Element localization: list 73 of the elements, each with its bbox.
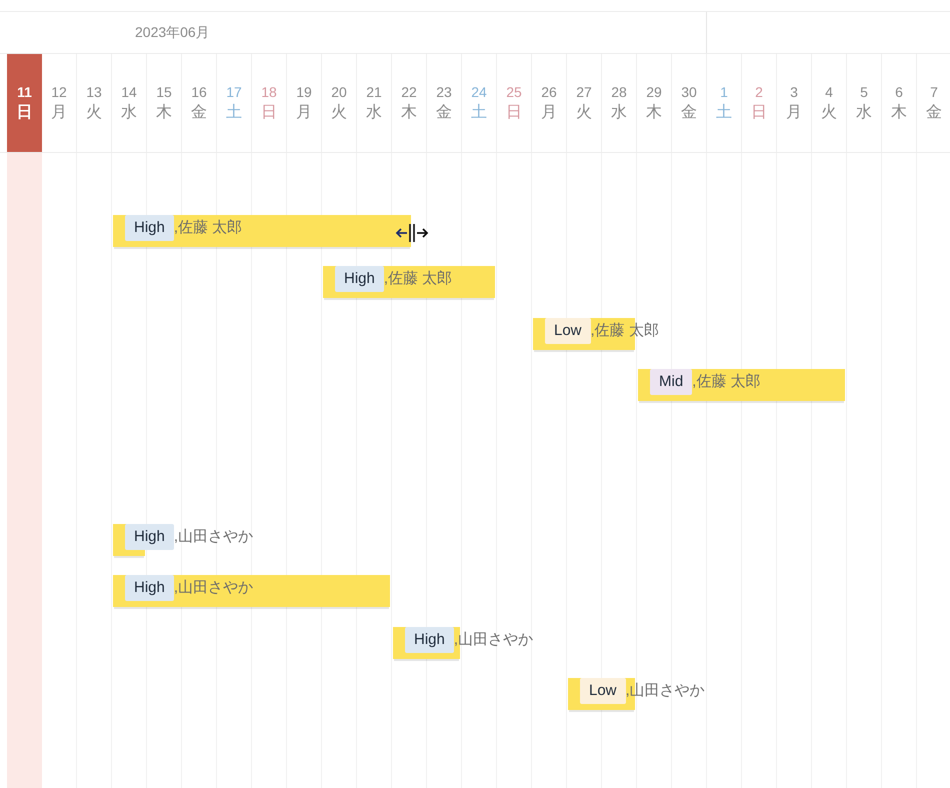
weekday-label: 木 xyxy=(401,102,417,123)
day-number: 24 xyxy=(471,83,487,102)
day-number: 25 xyxy=(506,83,522,102)
weekday-label: 水 xyxy=(856,102,872,123)
task-bar[interactable]: High ,佐藤 太郎 xyxy=(113,214,411,248)
task-bar[interactable]: High ,山田さやか xyxy=(113,575,390,609)
assignee-label: ,佐藤 太郎 xyxy=(692,372,761,392)
priority-tag: Low xyxy=(545,318,591,344)
task-bar[interactable]: High ,山田さやか xyxy=(113,524,254,558)
day-number: 23 xyxy=(436,83,452,102)
day-number: 5 xyxy=(860,83,868,102)
weekday-label: 水 xyxy=(121,102,137,123)
day-number: 4 xyxy=(825,83,833,102)
day-number: 30 xyxy=(681,83,697,102)
day-number: 16 xyxy=(191,83,207,102)
priority-tag: High xyxy=(125,214,174,240)
priority-tag: Low xyxy=(580,678,626,704)
weekday-label: 月 xyxy=(786,103,802,123)
assignee-label: ,山田さやか xyxy=(174,526,254,546)
weekday-label: 月 xyxy=(51,103,67,123)
weekday-label: 水 xyxy=(611,102,627,123)
weekday-label: 火 xyxy=(86,102,102,123)
weekday-label: 土 xyxy=(471,102,487,123)
weekday-label: 月 xyxy=(296,103,312,123)
weekday-label: 火 xyxy=(331,102,347,123)
day-number: 1 xyxy=(720,83,728,102)
assignee-label: ,佐藤 太郎 xyxy=(174,218,242,238)
priority-tag: High xyxy=(125,575,174,601)
day-number: 19 xyxy=(296,83,312,102)
day-number: 22 xyxy=(401,83,417,102)
weekday-label: 日 xyxy=(751,103,767,123)
weekday-label: 金 xyxy=(191,103,207,123)
priority-tag: High xyxy=(335,266,384,292)
day-number: 6 xyxy=(895,83,903,102)
weekday-label: 金 xyxy=(926,103,942,123)
weekday-label: 木 xyxy=(646,102,662,123)
weekday-label: 木 xyxy=(156,102,172,123)
day-number: 17 xyxy=(226,83,242,102)
day-number: 3 xyxy=(790,83,798,102)
assignee-label: ,山田さやか xyxy=(174,578,254,598)
day-number: 29 xyxy=(646,83,662,102)
weekday-label: 日 xyxy=(16,103,32,123)
weekday-label: 火 xyxy=(576,102,592,123)
day-number: 21 xyxy=(366,83,382,102)
priority-tag: High xyxy=(125,524,174,550)
task-bar[interactable]: Mid ,佐藤 太郎 xyxy=(638,369,845,403)
weekday-label: 水 xyxy=(366,102,382,123)
task-bar[interactable]: High ,佐藤 太郎 xyxy=(323,266,495,300)
weekday-label: 木 xyxy=(891,102,907,123)
weekday-label: 土 xyxy=(226,102,242,123)
weekday-label: 日 xyxy=(506,103,522,123)
weekday-label: 金 xyxy=(436,103,452,123)
day-number: 28 xyxy=(611,83,627,102)
weekday-label: 土 xyxy=(716,102,732,123)
day-number: 26 xyxy=(541,83,557,102)
day-number: 18 xyxy=(261,83,277,102)
month-label: 2023年06月 xyxy=(135,23,210,42)
day-number: 11 xyxy=(17,83,32,102)
priority-tag: Mid xyxy=(650,369,692,395)
day-number: 12 xyxy=(51,83,67,102)
priority-tag: High xyxy=(405,626,454,652)
day-number: 14 xyxy=(121,83,137,102)
day-number: 27 xyxy=(576,83,592,102)
day-number: 20 xyxy=(331,83,347,102)
day-number: 13 xyxy=(86,83,102,102)
day-number: 2 xyxy=(755,83,763,102)
weekday-label: 月 xyxy=(541,103,557,123)
assignee-label: ,佐藤 太郎 xyxy=(384,269,452,289)
weekday-label: 金 xyxy=(681,103,697,123)
weekday-label: 火 xyxy=(821,102,837,123)
day-number: 7 xyxy=(930,83,938,102)
weekday-label: 日 xyxy=(261,103,277,123)
day-number: 15 xyxy=(156,83,172,102)
